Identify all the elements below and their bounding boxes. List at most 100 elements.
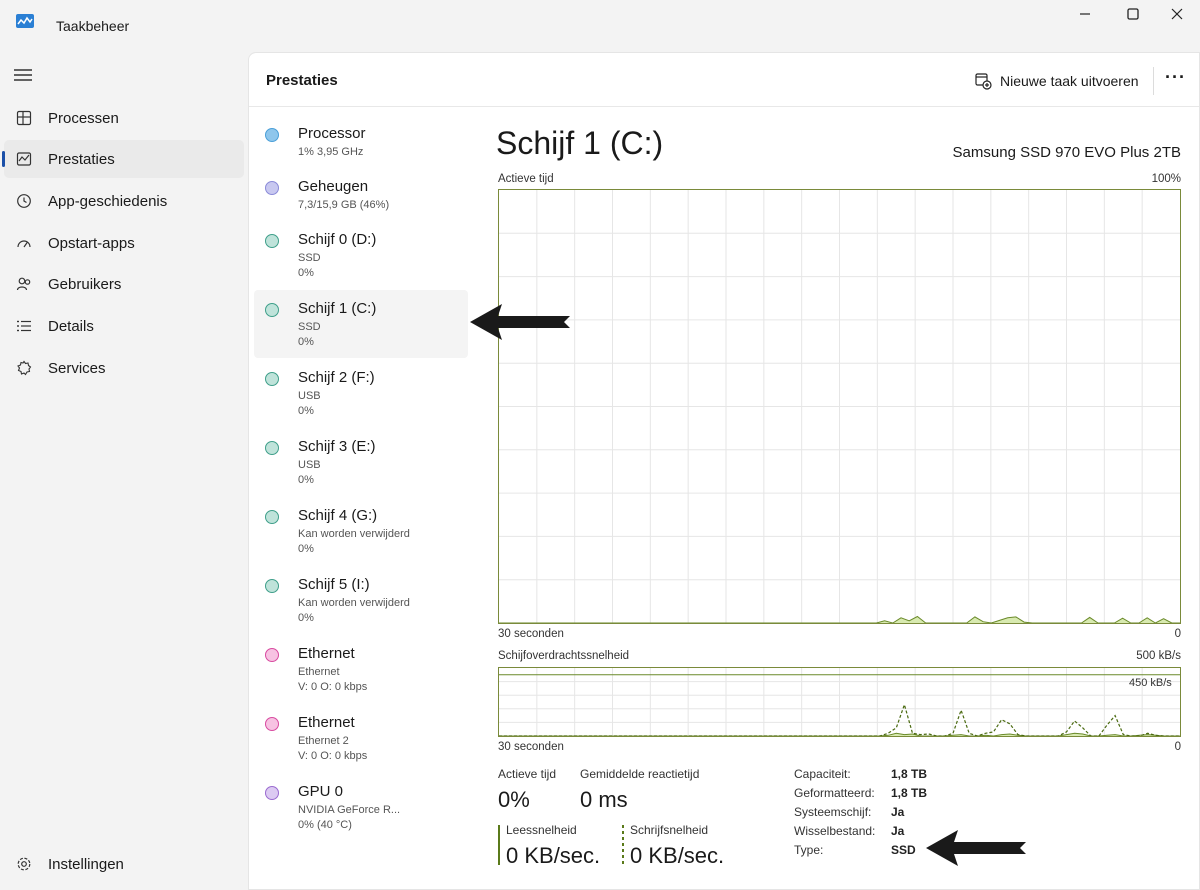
- minimize-icon: [1080, 13, 1090, 15]
- sidebar-item-label: Instellingen: [48, 856, 124, 873]
- sidebar-item-label: Gebruikers: [48, 276, 122, 293]
- panel-header: Prestaties Nieuwe taak uitvoeren ···: [249, 53, 1199, 107]
- transfer-rate-min-label: 0: [1174, 741, 1181, 753]
- transfer-rate-scale-label: 450 kB/s: [1129, 677, 1172, 689]
- device-name: Schijf 0 (D:): [298, 231, 377, 248]
- device-name: Schijf 1 (C:): [298, 300, 377, 317]
- startup-icon: [15, 234, 33, 252]
- write-speed-label: Schrijfsnelheid: [630, 823, 709, 837]
- header-divider: [1153, 67, 1154, 95]
- device-type: SSD: [298, 252, 321, 264]
- device-usage: 0%: [298, 612, 314, 624]
- response-time-label: Gemiddelde reactietijd: [580, 767, 700, 781]
- write-speed-indicator: [622, 825, 624, 865]
- device-detail: 1% 3,95 GHz: [298, 146, 364, 158]
- device-ethernet[interactable]: Ethernet Ethernet V: 0 O: 0 kbps: [254, 635, 468, 703]
- active-time-min-label: 0: [1174, 628, 1181, 640]
- device-usage: 0%: [298, 405, 314, 417]
- sidebar-item-gebruikers[interactable]: Gebruikers: [4, 265, 244, 303]
- sidebar-item-label: Details: [48, 318, 94, 335]
- device-schijf-0[interactable]: Schijf 0 (D:) SSD 0%: [254, 221, 468, 289]
- device-type: USB: [298, 390, 321, 402]
- device-usage: 0%: [298, 267, 314, 279]
- device-type: Kan worden verwijderd: [298, 597, 410, 609]
- active-time-stat-label: Actieve tijd: [498, 767, 557, 781]
- run-new-task-button[interactable]: Nieuwe taak uitvoeren: [975, 69, 1139, 93]
- transfer-rate-span-label: 30 seconden: [498, 741, 564, 753]
- sidebar-item-services[interactable]: Services: [4, 349, 244, 387]
- read-speed-label: Leessnelheid: [506, 823, 577, 837]
- page-title: Prestaties: [266, 72, 338, 89]
- history-icon: [15, 192, 33, 210]
- active-time-chart-label: Actieve tijd: [498, 173, 554, 185]
- device-name: GPU 0: [298, 783, 344, 800]
- performance-panel: Prestaties Nieuwe taak uitvoeren ··· Pro…: [248, 52, 1200, 890]
- sidebar-item-opstart-apps[interactable]: Opstart-apps: [4, 224, 244, 262]
- device-name: Geheugen: [298, 178, 369, 195]
- device-usage: 0%: [298, 543, 314, 555]
- sidebar-item-app-geschiedenis[interactable]: App-geschiedenis: [4, 182, 244, 220]
- device-name: Ethernet: [298, 645, 355, 662]
- transfer-rate-chart: [498, 667, 1181, 737]
- ethernet-color-dot: [265, 648, 279, 662]
- sidebar-item-instellingen[interactable]: Instellingen: [4, 845, 244, 883]
- transfer-rate-chart-label: Schijfoverdrachtssnelheid: [498, 650, 630, 662]
- sidebar-item-label: App-geschiedenis: [48, 193, 168, 210]
- sidebar: Processen Prestaties App-geschiedenis Op…: [0, 50, 248, 890]
- services-icon: [15, 359, 33, 377]
- title-bar: Taakbeheer: [0, 0, 1200, 50]
- run-new-task-label: Nieuwe taak uitvoeren: [1000, 73, 1139, 89]
- hamburger-menu-icon[interactable]: [14, 68, 32, 82]
- device-schijf-1[interactable]: Schijf 1 (C:) SSD 0%: [254, 290, 468, 358]
- disk-type-label: Type:: [794, 843, 824, 857]
- disk-color-dot: [265, 510, 279, 524]
- device-schijf-4[interactable]: Schijf 4 (G:) Kan worden verwijderd 0%: [254, 497, 468, 565]
- formatted-value: 1,8 TB: [891, 786, 928, 800]
- device-usage: V: 0 O: 0 kbps: [298, 681, 368, 693]
- device-name: Schijf 5 (I:): [298, 576, 370, 593]
- device-schijf-5[interactable]: Schijf 5 (I:) Kan worden verwijderd 0%: [254, 566, 468, 634]
- capacity-value: 1,8 TB: [891, 767, 928, 781]
- minimize-button[interactable]: [1062, 0, 1108, 28]
- device-type: USB: [298, 459, 321, 471]
- disk-color-dot: [265, 441, 279, 455]
- sidebar-item-processen[interactable]: Processen: [4, 99, 244, 137]
- disk-color-dot: [265, 303, 279, 317]
- disk-color-dot: [265, 372, 279, 386]
- device-schijf-3[interactable]: Schijf 3 (E:) USB 0%: [254, 428, 468, 496]
- disk-title: Schijf 1 (C:): [496, 125, 664, 161]
- sidebar-item-prestaties[interactable]: Prestaties: [2, 140, 244, 178]
- device-usage: V: 0 O: 0 kbps: [298, 750, 368, 762]
- sidebar-item-label: Processen: [48, 110, 119, 127]
- maximize-icon: [1127, 8, 1139, 20]
- read-speed-value: 0 KB/sec.: [506, 843, 601, 868]
- page-file-value: Ja: [891, 824, 905, 838]
- settings-gear-icon: [15, 855, 33, 873]
- left-arrow-icon: [470, 304, 570, 340]
- formatted-label: Geformatteerd:: [794, 786, 875, 800]
- device-gpu-0[interactable]: GPU 0 NVIDIA GeForce R... 0% (40 °C): [254, 773, 468, 841]
- sidebar-item-details[interactable]: Details: [4, 307, 244, 345]
- more-options-button[interactable]: ···: [1165, 67, 1186, 88]
- transfer-rate-max-label: 500 kB/s: [1136, 650, 1181, 662]
- device-name: Ethernet: [298, 714, 355, 731]
- maximize-button[interactable]: [1110, 0, 1156, 28]
- device-type: NVIDIA GeForce R...: [298, 804, 401, 816]
- device-type: Kan worden verwijderd: [298, 528, 410, 540]
- new-task-icon: [975, 72, 992, 90]
- sidebar-item-label: Opstart-apps: [48, 235, 135, 252]
- device-usage: 0%: [298, 474, 314, 486]
- device-ethernet-2[interactable]: Ethernet Ethernet 2 V: 0 O: 0 kbps: [254, 704, 468, 772]
- write-speed-value: 0 KB/sec.: [630, 843, 725, 868]
- device-name: Processor: [298, 125, 366, 142]
- users-icon: [15, 275, 33, 293]
- disk-model: Samsung SSD 970 EVO Plus 2TB: [952, 144, 1181, 161]
- device-schijf-2[interactable]: Schijf 2 (F:) USB 0%: [254, 359, 468, 427]
- device-type: Ethernet: [298, 666, 340, 678]
- device-type: SSD: [298, 321, 321, 333]
- memory-color-dot: [265, 181, 279, 195]
- gpu-color-dot: [265, 786, 279, 800]
- sidebar-item-label: Prestaties: [48, 151, 115, 168]
- system-disk-label: Systeemschijf:: [794, 805, 872, 819]
- close-button[interactable]: [1154, 0, 1200, 28]
